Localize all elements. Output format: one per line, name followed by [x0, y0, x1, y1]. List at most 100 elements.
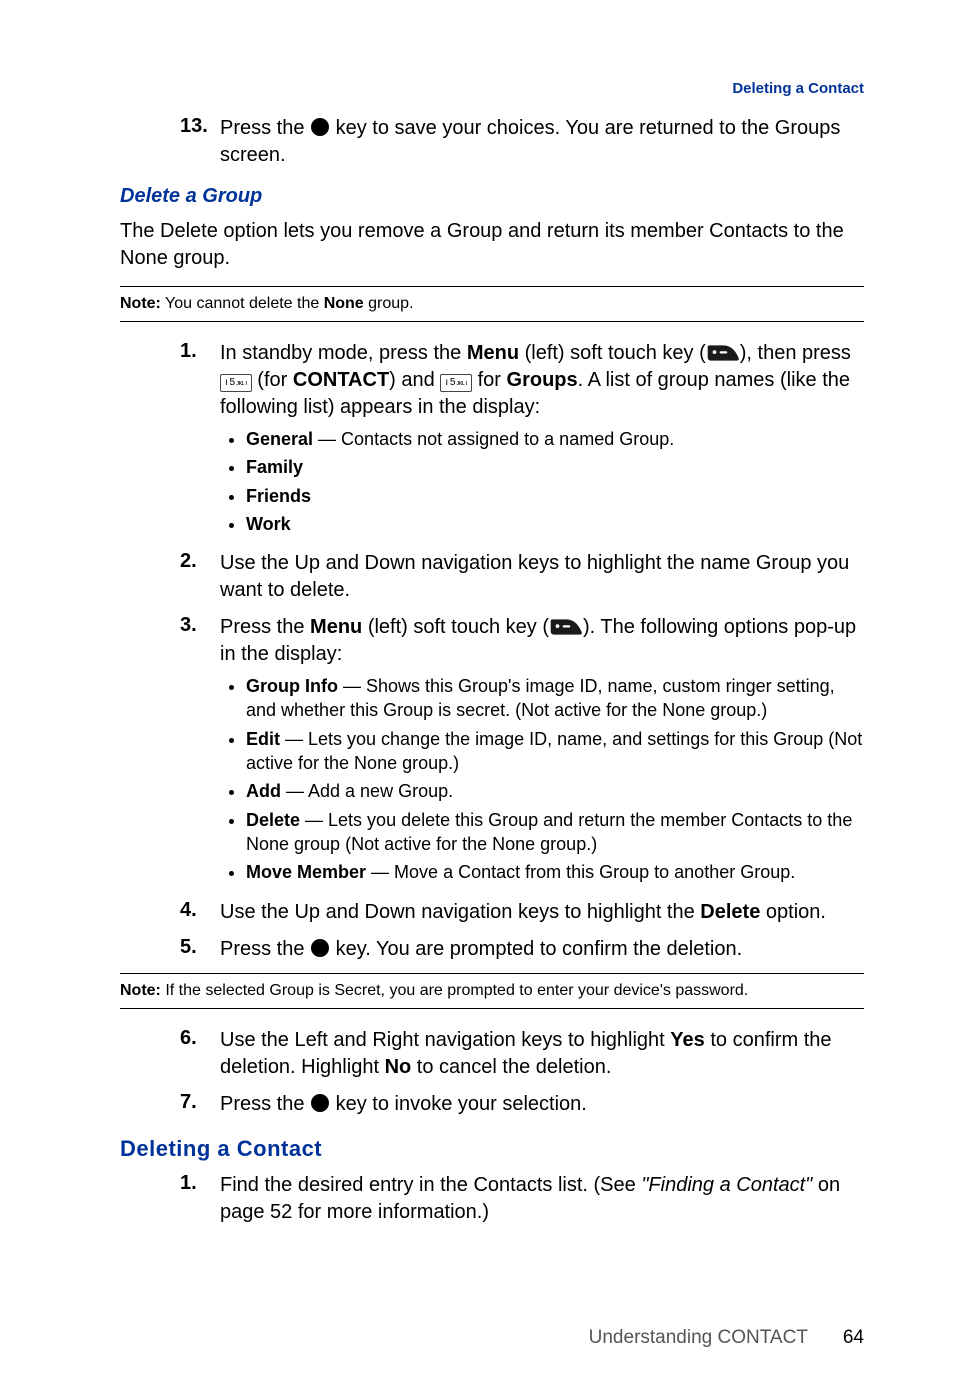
bold-text: No [385, 1056, 412, 1078]
note-callout: Note: If the selected Group is Secret, y… [120, 973, 864, 1009]
text: ) and [389, 369, 440, 391]
section-heading: Deleting a Contact [120, 1136, 864, 1162]
step-text: Find the desired entry in the Contacts l… [220, 1172, 864, 1226]
bold-text: None [324, 295, 364, 312]
step-number: 1. [180, 340, 220, 540]
list-item: Work [246, 512, 864, 536]
step-4: 4. Use the Up and Down navigation keys t… [180, 899, 864, 926]
bold-text: Delete [700, 901, 760, 923]
bold-text: Yes [670, 1029, 704, 1051]
step-1: 1. In standby mode, press the Menu (left… [180, 340, 864, 540]
bold-text: Edit [246, 729, 280, 749]
step-number: 13. [180, 115, 220, 169]
step-text: Use the Up and Down navigation keys to h… [220, 899, 864, 926]
subsection-heading: Delete a Group [120, 185, 864, 208]
bold-text: Groups [507, 369, 578, 391]
ok-key-icon [310, 938, 330, 958]
bold-text: Menu [467, 342, 519, 364]
step-2: 2. Use the Up and Down navigation keys t… [180, 550, 864, 604]
text: (for [252, 369, 293, 391]
left-soft-key-icon [706, 345, 740, 361]
bold-text: General [246, 429, 313, 449]
text: Press the [220, 938, 310, 960]
text: option. [760, 901, 826, 923]
text: key. You are prompted to confirm the del… [330, 938, 742, 960]
bold-text: Family [246, 457, 303, 477]
bold-text: Group Info [246, 676, 338, 696]
text: key to invoke your selection. [330, 1093, 587, 1115]
text: ), then press [740, 342, 851, 364]
text: Press the [220, 1093, 310, 1115]
key-5-icon [440, 374, 472, 392]
step-text: In standby mode, press the Menu (left) s… [220, 340, 864, 540]
text: Press the [220, 117, 310, 139]
step-number: 7. [180, 1091, 220, 1118]
text: If the selected Group is Secret, you are… [161, 982, 748, 999]
list-item: General — Contacts not assigned to a nam… [246, 427, 864, 451]
sub-list: General — Contacts not assigned to a nam… [220, 427, 864, 536]
bold-text: Move Member [246, 862, 366, 882]
key-5-icon [220, 374, 252, 392]
step-13: 13. Press the key to save your choices. … [180, 115, 864, 169]
step-7: 7. Press the key to invoke your selectio… [180, 1091, 864, 1118]
page-content: Deleting a Contact 13. Press the key to … [0, 0, 954, 1389]
step-5: 5. Press the key. You are prompted to co… [180, 936, 864, 963]
note-callout: Note: You cannot delete the None group. [120, 286, 864, 322]
note-label: Note: [120, 982, 161, 999]
text: — Move a Contact from this Group to anot… [366, 862, 795, 882]
text: Use the Left and Right navigation keys t… [220, 1029, 670, 1051]
ok-key-icon [310, 1093, 330, 1113]
step-text: Use the Up and Down navigation keys to h… [220, 550, 864, 604]
left-soft-key-icon [549, 619, 583, 635]
text: (left) soft touch key ( [362, 616, 549, 638]
text: You cannot delete the [161, 295, 324, 312]
step-number: 5. [180, 936, 220, 963]
step-text: Press the Menu (left) soft touch key ().… [220, 614, 864, 888]
step-number: 6. [180, 1027, 220, 1081]
text: In standby mode, press the [220, 342, 467, 364]
sub-list: Group Info — Shows this Group's image ID… [220, 674, 864, 884]
text: group. [364, 295, 414, 312]
step-text: Press the key. You are prompted to confi… [220, 936, 864, 963]
step-1b: 1. Find the desired entry in the Contact… [180, 1172, 864, 1226]
bold-text: Delete [246, 810, 300, 830]
list-item: Family [246, 455, 864, 479]
page-number: 64 [843, 1327, 864, 1349]
list-item: Move Member — Move a Contact from this G… [246, 860, 864, 884]
page-footer: Understanding CONTACT 64 [589, 1327, 864, 1349]
chapter-title: Understanding CONTACT [589, 1327, 808, 1348]
text: Press the [220, 616, 310, 638]
text: to cancel the deletion. [411, 1056, 611, 1078]
step-text: Press the key to save your choices. You … [220, 115, 864, 169]
step-number: 4. [180, 899, 220, 926]
ok-key-icon [310, 117, 330, 137]
text: — Lets you change the image ID, name, an… [246, 729, 862, 773]
bold-text: Menu [310, 616, 362, 638]
step-6: 6. Use the Left and Right navigation key… [180, 1027, 864, 1081]
bold-text: Work [246, 514, 291, 534]
cross-reference-link: "Finding a Contact" [641, 1174, 812, 1196]
text: (left) soft touch key ( [519, 342, 706, 364]
step-3: 3. Press the Menu (left) soft touch key … [180, 614, 864, 888]
text: — Contacts not assigned to a named Group… [313, 429, 674, 449]
text: Find the desired entry in the Contacts l… [220, 1174, 641, 1196]
list-item: Delete — Lets you delete this Group and … [246, 808, 864, 857]
text: — Lets you delete this Group and return … [246, 810, 852, 854]
step-number: 3. [180, 614, 220, 888]
step-number: 2. [180, 550, 220, 604]
text: — Add a new Group. [281, 781, 453, 801]
list-item: Edit — Lets you change the image ID, nam… [246, 727, 864, 776]
paragraph: The Delete option lets you remove a Grou… [120, 218, 864, 272]
note-label: Note: [120, 295, 161, 312]
bold-text: CONTACT [293, 369, 389, 391]
section-crossref: Deleting a Contact [120, 80, 864, 97]
step-text: Press the key to invoke your selection. [220, 1091, 864, 1118]
list-item: Friends [246, 484, 864, 508]
text: Use the Up and Down navigation keys to h… [220, 901, 700, 923]
bold-text: Add [246, 781, 281, 801]
text: for [472, 369, 506, 391]
list-item: Add — Add a new Group. [246, 779, 864, 803]
step-number: 1. [180, 1172, 220, 1226]
step-text: Use the Left and Right navigation keys t… [220, 1027, 864, 1081]
list-item: Group Info — Shows this Group's image ID… [246, 674, 864, 723]
